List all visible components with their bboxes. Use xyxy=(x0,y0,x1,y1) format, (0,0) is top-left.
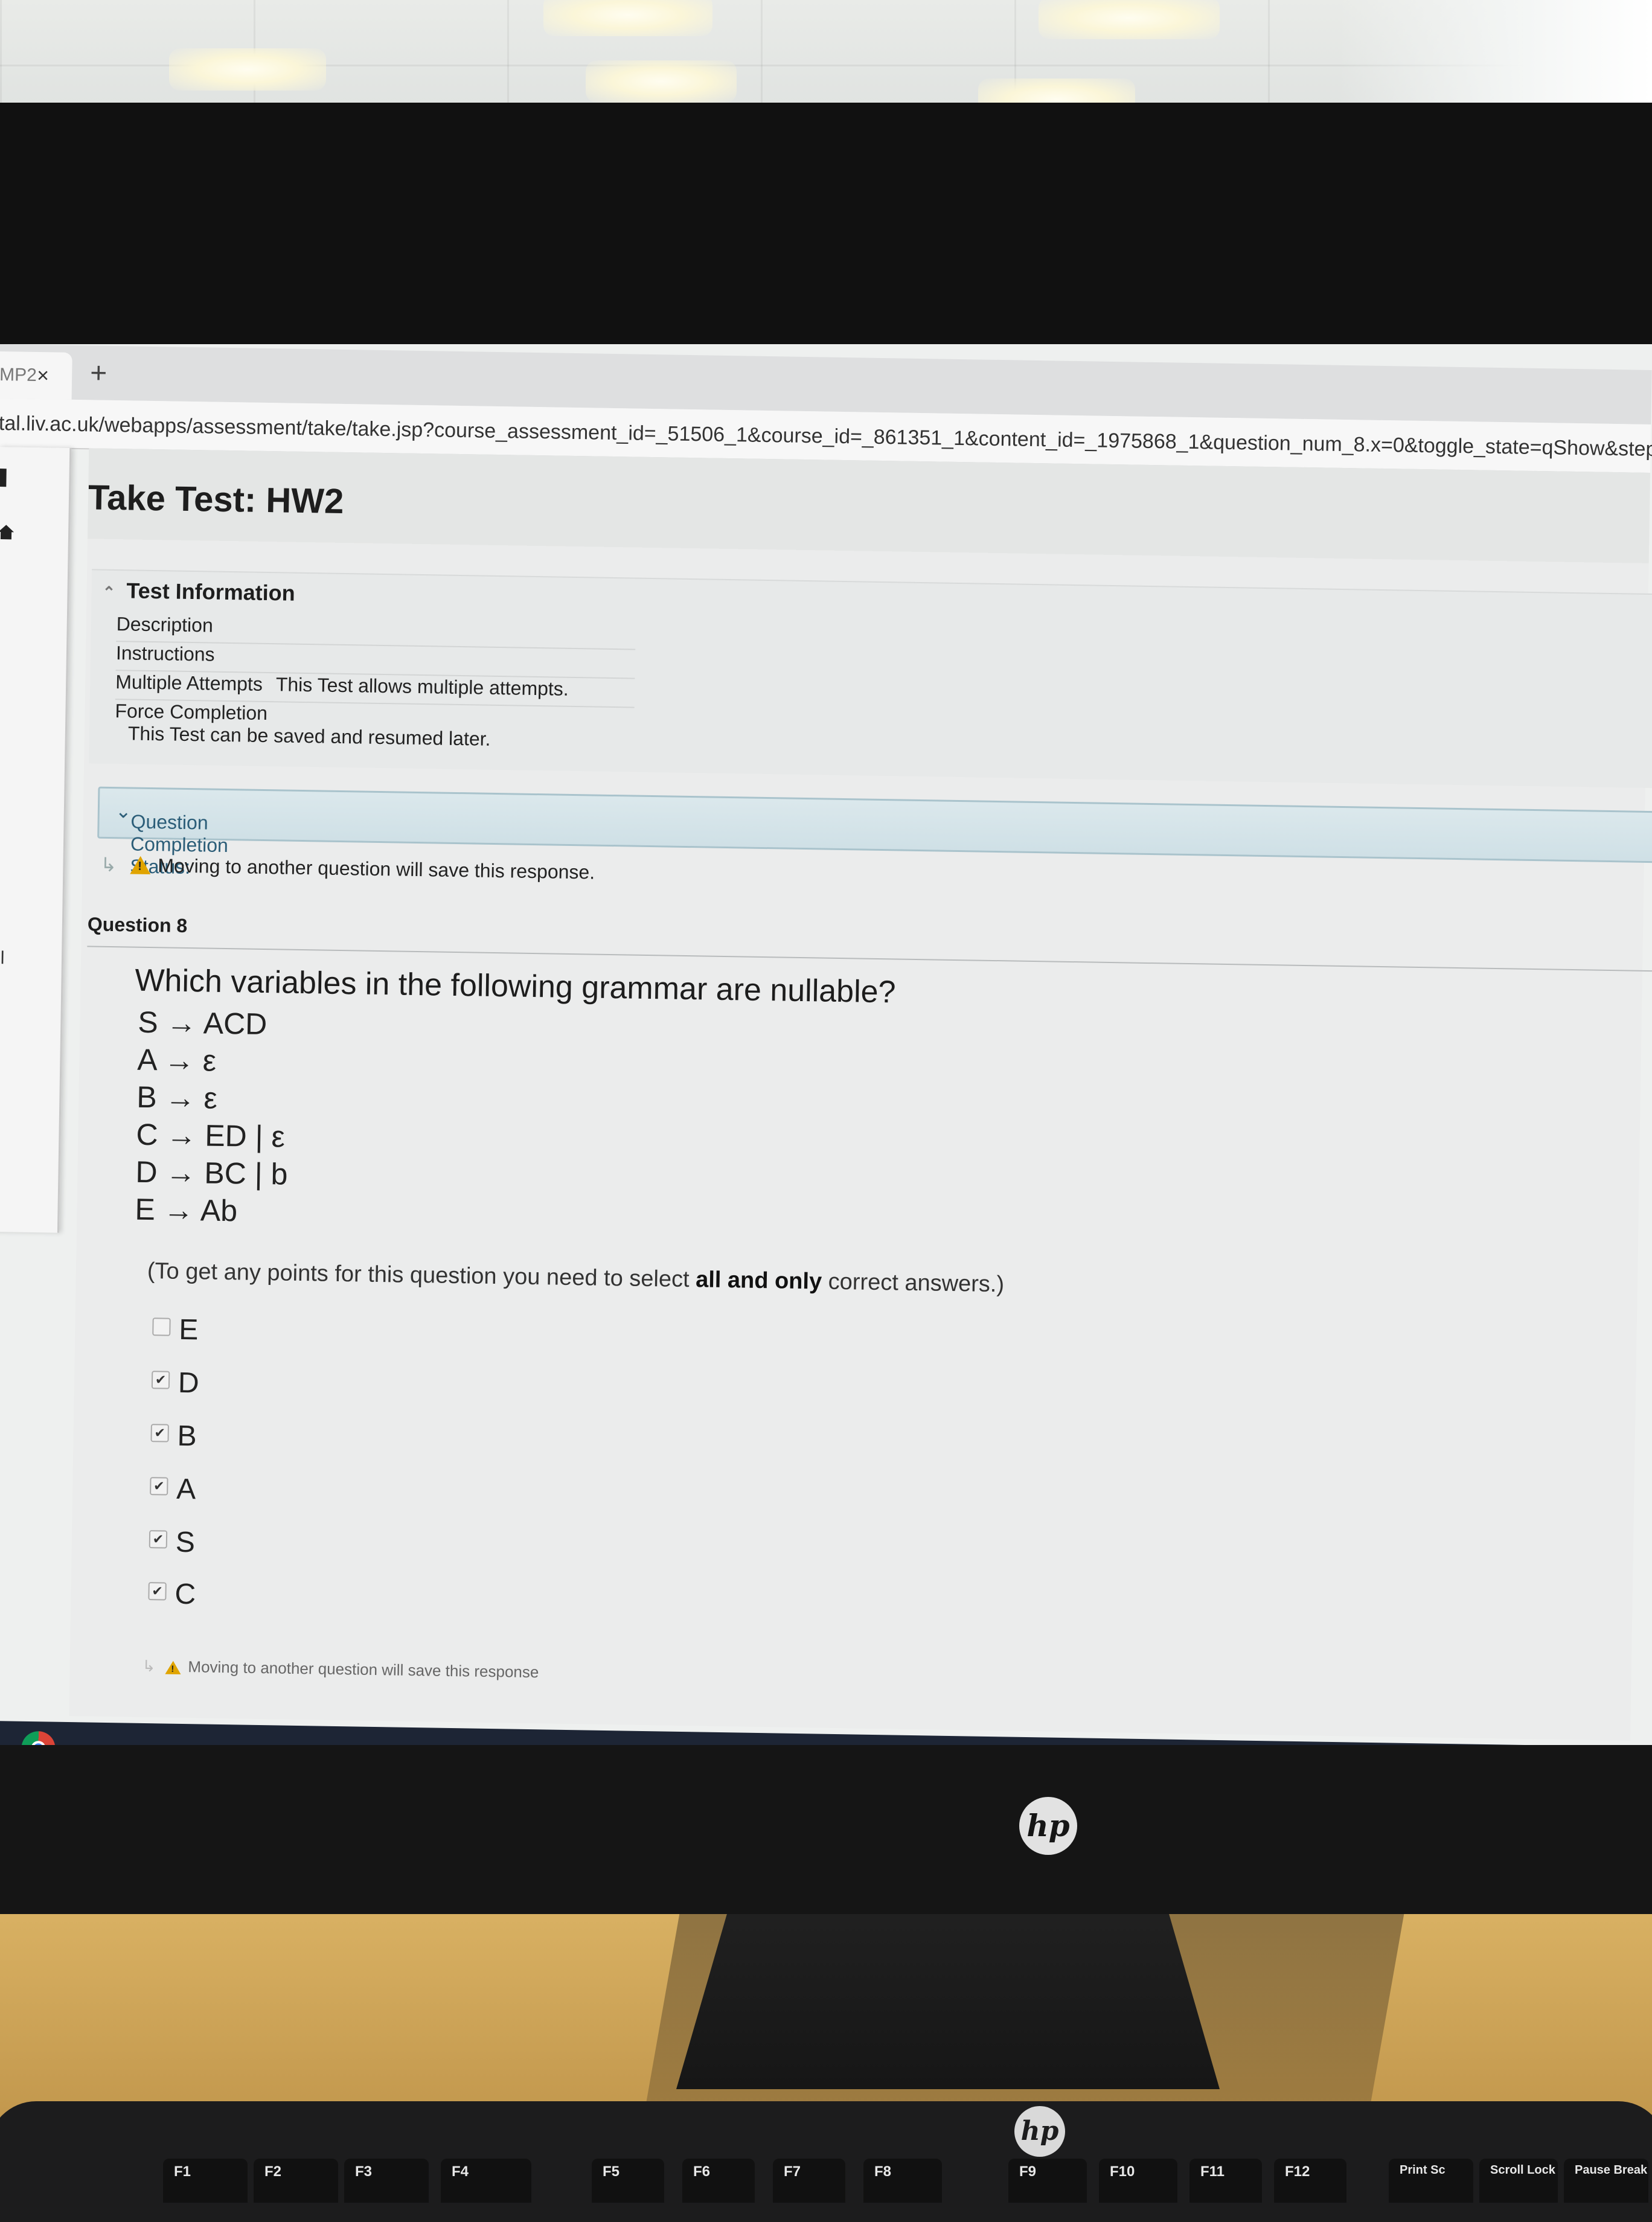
key-f11[interactable]: F11 xyxy=(1189,2159,1262,2203)
new-tab-button[interactable]: + xyxy=(90,356,107,389)
question-heading: Question 8 xyxy=(87,913,1652,972)
key-f8[interactable]: F8 xyxy=(863,2159,942,2203)
option-checkbox[interactable]: ✔ xyxy=(151,1371,170,1389)
warning-icon xyxy=(130,856,151,875)
option-label: A xyxy=(176,1473,196,1506)
tab-label: MP2 xyxy=(0,364,37,385)
option-checkbox[interactable]: ✔ xyxy=(150,1477,168,1496)
monitor-screen: MP2 × + tal.liv.ac.uk/webapps/assessment… xyxy=(0,344,1652,1751)
info-label: Description xyxy=(116,613,214,636)
function-key-row: F1 F2 F3 F4 F5 F6 F7 F8 F9 F10 F11 F12 P… xyxy=(0,2159,1652,2203)
info-label: Instructions xyxy=(115,642,215,665)
warning-icon xyxy=(165,1660,181,1674)
key-f9[interactable]: F9 xyxy=(1008,2159,1087,2203)
grammar-rule: A → ε xyxy=(136,1042,217,1078)
monitor-bezel: MP2 × + tal.liv.ac.uk/webapps/assessment… xyxy=(0,103,1652,1914)
key-f1[interactable]: F1 xyxy=(163,2159,248,2203)
hp-logo: hp xyxy=(1019,1797,1077,1855)
answer-option-e[interactable]: E xyxy=(152,1313,199,1349)
close-icon[interactable]: × xyxy=(37,352,50,399)
question-note: (To get any points for this question you… xyxy=(147,1258,1005,1298)
key-f4[interactable]: F4 xyxy=(441,2159,531,2203)
return-arrow-icon: ↳ xyxy=(142,1656,156,1676)
question-completion-status[interactable]: ⌄ Question Completion Status: xyxy=(97,786,1652,879)
chevron-up-icon: ⌃ xyxy=(102,583,116,602)
completion-status-label: ⌄ Question Completion Status: xyxy=(115,800,229,879)
screen-content: MP2 × + tal.liv.ac.uk/webapps/assessment… xyxy=(0,344,1652,1751)
key-f12[interactable]: F12 xyxy=(1274,2159,1346,2203)
grammar-rule: C → ED | ε xyxy=(136,1117,286,1154)
key-scroll-lock[interactable]: Scroll Lock xyxy=(1479,2159,1558,2203)
note-suffix: correct answers.) xyxy=(821,1269,1005,1298)
monitor-chin xyxy=(0,1745,1652,1914)
page-title: Take Test: HW2 xyxy=(88,478,344,521)
grammar-rule: D → BC | b xyxy=(135,1154,288,1191)
option-checkbox[interactable]: ✔ xyxy=(150,1424,169,1442)
key-f6[interactable]: F6 xyxy=(682,2159,755,2203)
home-icon[interactable] xyxy=(0,523,15,546)
option-label: S xyxy=(175,1526,196,1559)
ceiling-light xyxy=(1039,0,1220,39)
browser-tab[interactable]: MP2 × xyxy=(0,351,72,400)
ceiling-light xyxy=(586,60,737,103)
warning-text: Moving to another question will save thi… xyxy=(188,1657,539,1682)
option-label: B xyxy=(177,1420,197,1453)
test-content: Take Test: HW2 ⌃ Test Information Descrip… xyxy=(69,448,1652,1741)
note-prefix: (To get any points for this question you… xyxy=(147,1258,696,1293)
course-sidebar: ol xyxy=(0,446,72,1233)
save-warning: ↳Moving to another question will save th… xyxy=(100,853,595,884)
info-label: Force Completion xyxy=(115,700,268,725)
ceiling-light xyxy=(169,48,326,91)
option-checkbox[interactable]: ✔ xyxy=(149,1530,168,1549)
info-label: Multiple Attempts xyxy=(115,671,263,695)
key-f2[interactable]: F2 xyxy=(254,2159,338,2203)
option-label: E xyxy=(178,1313,199,1346)
grammar-rule: S → ACD xyxy=(137,1005,267,1042)
note-bold: all and only xyxy=(695,1267,822,1295)
test-information-heading: Test Information xyxy=(126,578,296,606)
grammar-rule: B → ε xyxy=(136,1080,218,1115)
ceiling-light xyxy=(543,0,712,36)
key-f7[interactable]: F7 xyxy=(773,2159,845,2203)
answer-option-c[interactable]: ✔ C xyxy=(148,1577,196,1613)
info-value: This Test can be saved and resumed later… xyxy=(127,722,491,750)
info-value: This Test allows multiple attempts. xyxy=(275,673,569,700)
key-print-screen[interactable]: Print Sc xyxy=(1389,2159,1473,2203)
menu-icon[interactable] xyxy=(0,468,7,487)
grammar-rule: E → Ab xyxy=(135,1192,238,1228)
option-label: D xyxy=(178,1366,200,1400)
option-checkbox[interactable] xyxy=(152,1318,171,1336)
option-label: C xyxy=(174,1578,196,1611)
key-f3[interactable]: F3 xyxy=(344,2159,429,2203)
key-f5[interactable]: F5 xyxy=(592,2159,664,2203)
keyboard-hp-logo: hp xyxy=(1014,2106,1065,2157)
answer-option-b[interactable]: ✔ B xyxy=(150,1419,197,1455)
key-pause-break[interactable]: Pause Break xyxy=(1564,2159,1648,2203)
test-information-panel: ⌃ Test Information Description Instructio… xyxy=(89,569,1652,789)
option-checkbox[interactable]: ✔ xyxy=(148,1582,167,1601)
bottom-save-warning: ↳ Moving to another question will save th… xyxy=(142,1657,539,1682)
return-arrow-icon: ↳ xyxy=(100,853,117,876)
test-information-toggle[interactable]: ⌃ Test Information xyxy=(102,578,295,606)
sidebar-item-partial[interactable]: ol xyxy=(0,948,5,969)
key-f10[interactable]: F10 xyxy=(1099,2159,1177,2203)
question-text: Which variables in the following grammar… xyxy=(135,962,896,1010)
